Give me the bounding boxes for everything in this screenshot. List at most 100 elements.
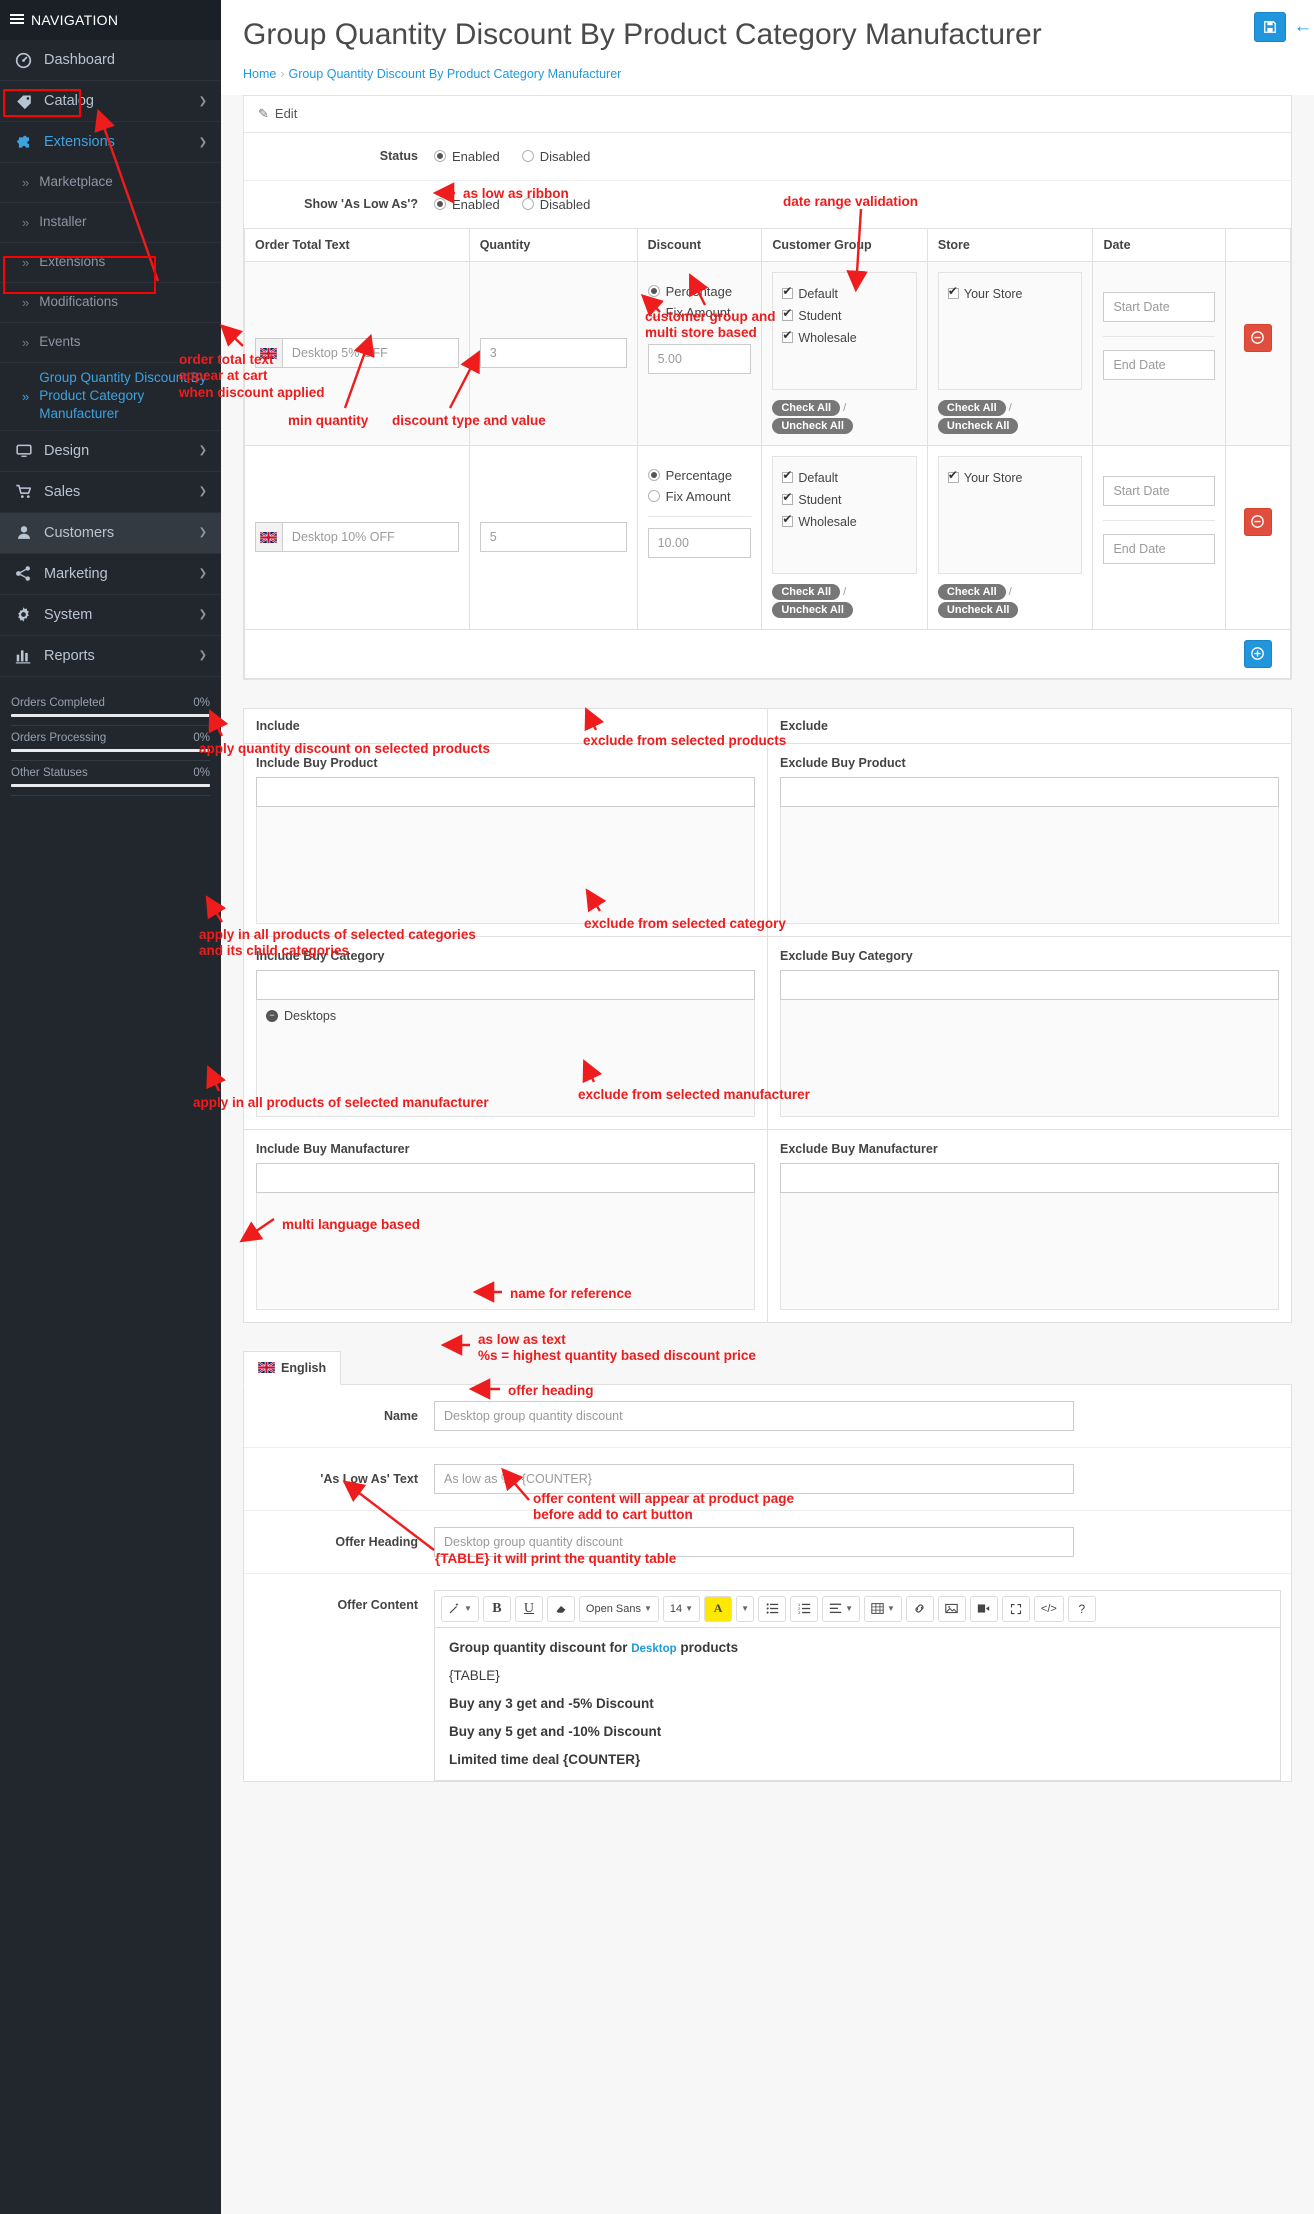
fullscreen-icon[interactable]: [1001, 1595, 1030, 1622]
uncheck-all-button[interactable]: Uncheck All: [772, 417, 853, 434]
status-enabled-radio[interactable]: Enabled: [434, 149, 500, 164]
magic-icon[interactable]: ▼: [441, 1595, 479, 1622]
start-date-input[interactable]: [1103, 291, 1215, 322]
eraser-icon[interactable]: [546, 1595, 575, 1622]
exclude-product-list[interactable]: [780, 805, 1279, 924]
discount-type-fix-radio[interactable]: Fix Amount: [647, 305, 752, 320]
aslowas-text-input[interactable]: [434, 1463, 1074, 1494]
discount-type-percentage-radio[interactable]: Percentage: [647, 284, 752, 299]
help-icon[interactable]: ?: [1067, 1595, 1096, 1622]
checkbox-row[interactable]: Student: [782, 489, 907, 511]
offer-heading-input[interactable]: [434, 1526, 1074, 1557]
uncheck-all-button[interactable]: Uncheck All: [937, 601, 1019, 618]
sidebar-item-customers[interactable]: Customers ❯: [0, 512, 221, 554]
discount-value-input[interactable]: [647, 527, 752, 558]
include-category-input[interactable]: [256, 969, 755, 1000]
unordered-list-icon[interactable]: [758, 1595, 787, 1622]
customer-group-list[interactable]: Default Student Wholesale: [772, 271, 917, 390]
breadcrumb-home[interactable]: Home: [243, 67, 276, 81]
tab-english[interactable]: English: [243, 1350, 342, 1385]
name-input[interactable]: [434, 1400, 1074, 1431]
store-list[interactable]: Your Store: [937, 455, 1083, 574]
font-color-icon[interactable]: A: [704, 1595, 733, 1622]
sidebar-subitem-modifications[interactable]: » Modifications: [0, 283, 221, 323]
discount-type-percentage-radio[interactable]: Percentage: [647, 468, 752, 483]
sidebar-subitem-events[interactable]: » Events: [0, 323, 221, 363]
remove-row-button[interactable]: [1243, 507, 1272, 536]
color-dropdown-icon[interactable]: ▼: [736, 1595, 755, 1622]
sidebar-item-extensions[interactable]: Extensions ❯: [0, 122, 221, 163]
back-button[interactable]: ←: [1292, 12, 1314, 42]
exclude-product-input[interactable]: [780, 776, 1279, 807]
remove-row-button[interactable]: [1243, 323, 1272, 352]
sidebar-subitem-marketplace[interactable]: » Marketplace: [0, 163, 221, 203]
breadcrumb-current[interactable]: Group Quantity Discount By Product Categ…: [289, 67, 622, 81]
font-size-select[interactable]: 14 ▼: [662, 1595, 701, 1622]
sidebar-item-reports[interactable]: Reports ❯: [0, 636, 221, 677]
checkbox-row[interactable]: Wholesale: [782, 511, 907, 533]
video-icon[interactable]: [969, 1595, 998, 1622]
add-row-button[interactable]: [1243, 639, 1272, 668]
link-icon[interactable]: [905, 1595, 934, 1622]
end-date-input[interactable]: [1103, 349, 1215, 380]
quantity-input[interactable]: [479, 522, 627, 552]
checkbox-row[interactable]: Wholesale: [782, 327, 907, 349]
uncheck-all-button[interactable]: Uncheck All: [937, 417, 1019, 434]
uncheck-all-button[interactable]: Uncheck All: [772, 601, 853, 618]
sidebar-item-design[interactable]: Design ❯: [0, 431, 221, 472]
save-button[interactable]: [1254, 12, 1286, 42]
discount-value-input[interactable]: [647, 343, 752, 374]
check-all-button[interactable]: Check All: [937, 399, 1006, 416]
include-product-input[interactable]: [256, 776, 755, 807]
checkbox-row[interactable]: Your Store: [947, 467, 1073, 489]
sidebar-item-system[interactable]: System ❯: [0, 595, 221, 636]
order-total-text-input[interactable]: [281, 522, 459, 552]
exclude-manufacturer-input[interactable]: [780, 1162, 1279, 1193]
code-icon[interactable]: </>: [1033, 1595, 1064, 1622]
include-manufacturer-list[interactable]: [256, 1191, 755, 1310]
checkbox-row[interactable]: Default: [782, 283, 907, 305]
checkbox-row[interactable]: Your Store: [947, 283, 1073, 305]
end-date-input[interactable]: [1103, 533, 1215, 564]
customer-group-list[interactable]: Default Student Wholesale: [772, 455, 917, 574]
underline-icon[interactable]: U: [514, 1595, 543, 1622]
aslowas-enabled-radio[interactable]: Enabled: [434, 197, 500, 212]
name-label: Name: [383, 1408, 418, 1423]
sidebar-subitem-installer[interactable]: » Installer: [0, 203, 221, 243]
remove-tag-icon[interactable]: −: [266, 1009, 278, 1022]
exclude-manufacturer-list[interactable]: [780, 1191, 1279, 1310]
store-list[interactable]: Your Store: [937, 271, 1083, 390]
sidebar-item-catalog[interactable]: Catalog ❯: [0, 81, 221, 122]
include-manufacturer-input[interactable]: [256, 1162, 755, 1193]
category-tag[interactable]: − Desktops: [266, 1009, 745, 1023]
checkbox-row[interactable]: Student: [782, 305, 907, 327]
sidebar-item-dashboard[interactable]: Dashboard: [0, 40, 221, 81]
exclude-category-list[interactable]: [780, 998, 1279, 1117]
image-icon[interactable]: [937, 1595, 966, 1622]
status-disabled-radio[interactable]: Disabled: [521, 149, 590, 164]
exclude-category-input[interactable]: [780, 969, 1279, 1000]
sidebar-item-sales[interactable]: Sales ❯: [0, 472, 221, 513]
sidebar-subitem-extensions[interactable]: » Extensions: [0, 243, 221, 283]
check-all-button[interactable]: Check All: [937, 583, 1006, 600]
start-date-input[interactable]: [1103, 475, 1215, 506]
editor-content[interactable]: Group quantity discount for Desktop prod…: [434, 1627, 1281, 1781]
check-all-button[interactable]: Check All: [772, 583, 841, 600]
table-icon[interactable]: ▼: [863, 1595, 902, 1622]
chevron-right-icon: ❯: [198, 445, 207, 457]
check-all-button[interactable]: Check All: [772, 399, 841, 416]
ordered-list-icon[interactable]: 123: [790, 1595, 819, 1622]
align-icon[interactable]: ▼: [822, 1595, 860, 1622]
sidebar-subitem-group-quantity-discount[interactable]: » Group Quantity Discount By Product Cate…: [0, 363, 221, 431]
quantity-input[interactable]: [479, 338, 627, 368]
discount-type-fix-radio[interactable]: Fix Amount: [647, 489, 752, 504]
order-total-text-input[interactable]: [281, 338, 459, 368]
bold-icon[interactable]: B: [482, 1595, 511, 1622]
include-product-list[interactable]: [256, 805, 755, 924]
font-family-select[interactable]: Open Sans ▼: [578, 1595, 659, 1622]
include-category-list[interactable]: − Desktops: [256, 998, 755, 1117]
hamburger-icon[interactable]: [10, 12, 24, 26]
sidebar-item-marketing[interactable]: Marketing ❯: [0, 554, 221, 595]
checkbox-row[interactable]: Default: [782, 467, 907, 489]
aslowas-disabled-radio[interactable]: Disabled: [521, 197, 590, 212]
